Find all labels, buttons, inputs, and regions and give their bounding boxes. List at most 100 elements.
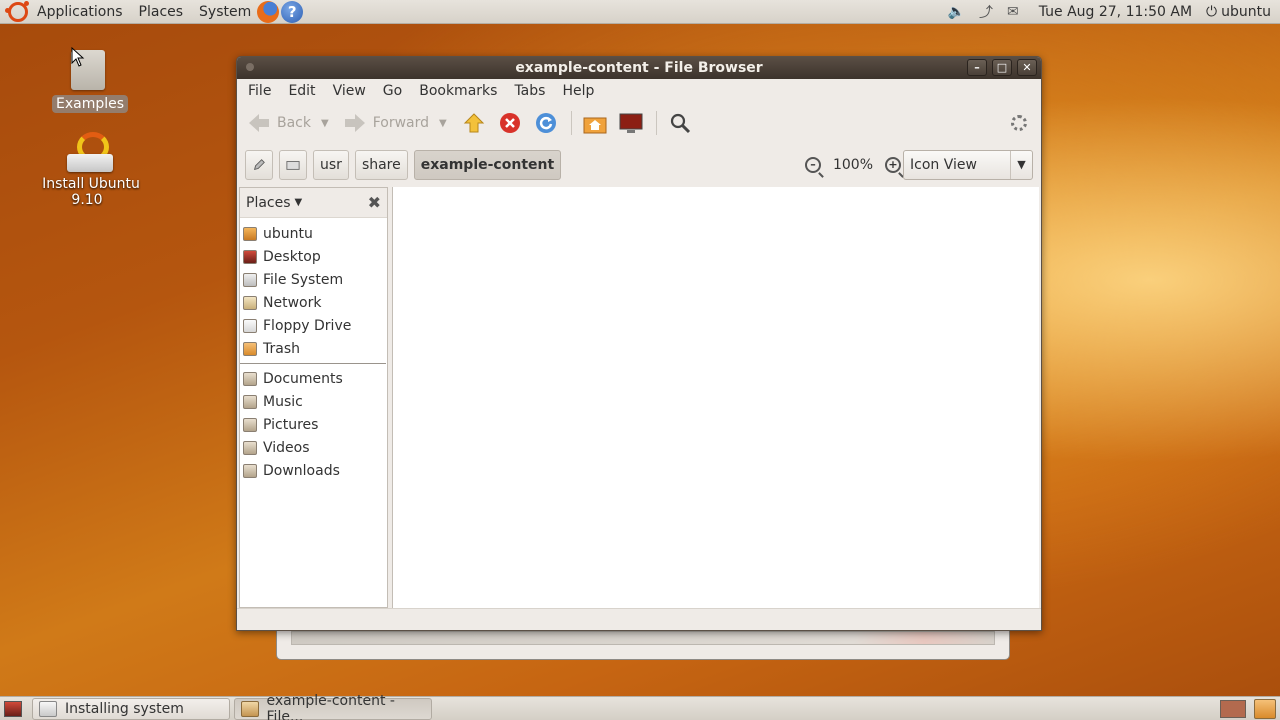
file-browser-window: example-content - File Browser – □ ✕ Fil… [236, 56, 1042, 631]
firefox-launcher-icon[interactable] [257, 0, 280, 23]
stop-button[interactable] [497, 110, 523, 136]
sidebar-item-downloads[interactable]: Downloads [240, 459, 387, 482]
desktop-icon [243, 249, 257, 264]
close-sidebar-icon[interactable]: ✖ [368, 193, 381, 212]
sidebar-header[interactable]: Places ▼ ✖ [240, 188, 387, 218]
sidebar-item-network[interactable]: Network [240, 291, 387, 314]
zoom-level[interactable]: 100% [833, 157, 873, 173]
desktop-icon-examples[interactable]: Examples [52, 48, 129, 113]
sidebar-title: Places [246, 194, 291, 211]
sidebar-item-label: Downloads [263, 462, 340, 479]
back-history-dropdown[interactable]: ▼ [321, 118, 329, 129]
volume-icon[interactable]: 🔈 [948, 4, 965, 20]
up-button[interactable] [461, 110, 487, 136]
sidebar-item-file-system[interactable]: File System [240, 268, 387, 291]
clock[interactable]: Tue Aug 27, 11:50 AM [1039, 4, 1192, 20]
installer-icon [39, 700, 57, 717]
menubar: File Edit View Go Bookmarks Tabs Help [237, 79, 1041, 103]
sidebar-item-pictures[interactable]: Pictures [240, 413, 387, 436]
forward-button[interactable]: Forward [343, 112, 429, 134]
crumb-share[interactable]: share [354, 150, 408, 180]
back-button[interactable]: Back [247, 112, 311, 134]
trash-applet-icon[interactable] [1254, 699, 1276, 719]
chevron-down-icon: ▼ [1010, 151, 1032, 179]
menu-tabs[interactable]: Tabs [514, 83, 545, 99]
user-menu[interactable]: ⏻ ubuntu [1206, 4, 1271, 20]
network-icon[interactable]: ⤴ [979, 2, 993, 22]
close-button[interactable]: ✕ [1017, 59, 1037, 76]
view-mode-select[interactable]: Icon View ▼ [903, 150, 1033, 180]
workspace-switcher[interactable] [1220, 700, 1246, 718]
crumb-root[interactable] [279, 150, 307, 180]
taskbar-item-installer[interactable]: Installing system [32, 697, 230, 720]
system-tray: 🔈 ⤴ ✉ Tue Aug 27, 11:50 AM ⏻ ubuntu [948, 0, 1280, 24]
taskbar-item-file-browser[interactable]: example-content - File... [234, 693, 432, 720]
crumb-example-content[interactable]: example-content [413, 150, 562, 180]
mail-icon[interactable]: ✉ [1007, 4, 1019, 20]
toolbar: Back ▼ Forward ▼ [237, 103, 1041, 143]
view-mode-value: Icon View [910, 157, 977, 173]
up-arrow-icon [463, 113, 484, 133]
maximize-button[interactable]: □ [992, 59, 1012, 76]
sidebar-item-floppy-drive[interactable]: Floppy Drive [240, 314, 387, 337]
computer-button[interactable] [618, 110, 644, 136]
sidebar-item-label: Trash [263, 340, 300, 357]
window-menu-icon[interactable] [246, 63, 254, 71]
menu-applications[interactable]: Applications [37, 4, 123, 20]
zoom-in-icon[interactable]: + [885, 157, 901, 173]
sidebar-item-ubuntu[interactable]: ubuntu [240, 222, 387, 245]
trash-icon [243, 341, 257, 356]
status-bar [237, 608, 1041, 630]
help-launcher-icon[interactable]: ? [281, 0, 304, 23]
sidebar-item-documents[interactable]: Documents [240, 367, 387, 390]
home-button[interactable] [582, 110, 608, 136]
zoom-out-icon[interactable]: – [804, 157, 821, 173]
menu-help[interactable]: Help [562, 83, 594, 99]
menu-bookmarks[interactable]: Bookmarks [419, 83, 497, 99]
menu-places[interactable]: Places [139, 4, 184, 20]
toolbar-separator [655, 111, 657, 135]
sidebar-item-label: Documents [263, 370, 343, 387]
menu-system[interactable]: System [199, 4, 251, 20]
location-bar: usr share example-content – 100% + Icon … [237, 143, 1041, 187]
reload-button[interactable] [533, 110, 559, 136]
sidebar-item-music[interactable]: Music [240, 390, 387, 413]
crumb-usr[interactable]: usr [313, 150, 349, 180]
documents-folder-icon [243, 371, 257, 386]
menu-go[interactable]: Go [383, 83, 402, 99]
drive-icon [286, 161, 300, 170]
music-folder-icon [243, 394, 257, 409]
menu-view[interactable]: View [333, 83, 366, 99]
search-button[interactable] [667, 110, 693, 136]
taskbar-item-label: example-content - File... [266, 692, 395, 720]
stop-icon [499, 113, 520, 133]
desktop-icon-install-ubuntu[interactable]: Install Ubuntu 9.10 [22, 130, 156, 208]
menu-file[interactable]: File [248, 83, 271, 99]
bookmarks-list: Documents Music Pictures Videos Download… [240, 367, 387, 482]
taskbar-item-label: Installing system [65, 700, 184, 717]
desktop-icon-label: Install Ubuntu 9.10 [42, 176, 140, 208]
zoom-control: – 100% + [804, 150, 901, 180]
ubuntu-logo-icon[interactable] [5, 0, 29, 22]
sidebar-item-videos[interactable]: Videos [240, 436, 387, 459]
filesystem-icon [243, 272, 257, 287]
power-icon: ⏻ [1206, 3, 1218, 20]
sidebar-item-label: Desktop [263, 248, 321, 265]
network-icon [243, 295, 257, 310]
installer-progress-bar [291, 631, 995, 645]
pictures-folder-icon [243, 417, 257, 432]
minimize-button[interactable]: – [967, 59, 987, 76]
window-titlebar[interactable]: example-content - File Browser – □ ✕ [237, 57, 1041, 79]
sidebar-item-label: File System [263, 271, 344, 288]
forward-history-dropdown[interactable]: ▼ [439, 118, 447, 129]
pencil-icon [254, 159, 265, 170]
installer-icon [65, 130, 113, 172]
file-view-pane[interactable] [393, 187, 1039, 608]
sidebar-item-label: Music [263, 393, 303, 410]
folder-icon [241, 700, 259, 717]
sidebar-item-desktop[interactable]: Desktop [240, 245, 387, 268]
toggle-location-button[interactable] [245, 150, 273, 180]
show-desktop-button[interactable] [4, 700, 22, 717]
sidebar-item-trash[interactable]: Trash [240, 337, 387, 360]
menu-edit[interactable]: Edit [288, 83, 315, 99]
